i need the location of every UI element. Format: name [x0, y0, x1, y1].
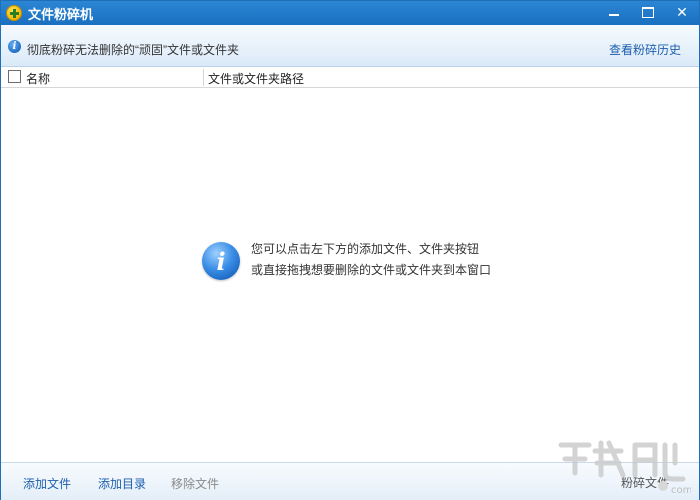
shred-file-button[interactable]: 粉碎文件 [621, 474, 669, 491]
empty-state-hint: 您可以点击左下方的添加文件、文件夹按钮 或直接拖拽想要删除的文件或文件夹到本窗口 [251, 239, 491, 281]
file-list-area[interactable]: i 您可以点击左下方的添加文件、文件夹按钮 或直接拖拽想要删除的文件或文件夹到本… [1, 88, 699, 462]
column-header-name[interactable]: 名称 [26, 70, 50, 87]
close-button[interactable]: ✕ [665, 1, 699, 23]
remove-file-button[interactable]: 移除文件 [171, 475, 219, 492]
info-icon: i [202, 242, 240, 280]
minimize-button[interactable] [597, 1, 631, 23]
bottom-bar: 添加文件 添加目录 移除文件 粉碎文件 [1, 462, 699, 500]
info-icon: i [8, 40, 21, 53]
title-bar[interactable]: 文件粉碎机 ✕ [1, 1, 699, 25]
select-all-checkbox[interactable] [8, 70, 21, 83]
column-divider[interactable] [203, 69, 204, 86]
hint-line-1: 您可以点击左下方的添加文件、文件夹按钮 [251, 242, 480, 256]
add-file-button[interactable]: 添加文件 [23, 475, 71, 492]
info-text: 彻底粉碎无法删除的“顽固”文件或文件夹 [27, 43, 239, 57]
hint-line-2: 或直接拖拽想要删除的文件或文件夹到本窗口 [251, 263, 492, 277]
table-header: 名称 文件或文件夹路径 [1, 67, 699, 88]
window-controls: ✕ [597, 1, 699, 25]
column-header-path[interactable]: 文件或文件夹路径 [208, 70, 304, 87]
file-shredder-window: 文件粉碎机 ✕ i 彻底粉碎无法删除的“顽固”文件或文件夹 查看粉碎历史 名称 … [0, 0, 700, 500]
window-title: 文件粉碎机 [28, 6, 94, 22]
app-logo-icon [6, 5, 22, 21]
view-history-link[interactable]: 查看粉碎历史 [609, 41, 681, 58]
maximize-button[interactable] [631, 1, 665, 23]
info-bar: i 彻底粉碎无法删除的“顽固”文件或文件夹 查看粉碎历史 [1, 25, 699, 67]
add-folder-button[interactable]: 添加目录 [98, 475, 146, 492]
